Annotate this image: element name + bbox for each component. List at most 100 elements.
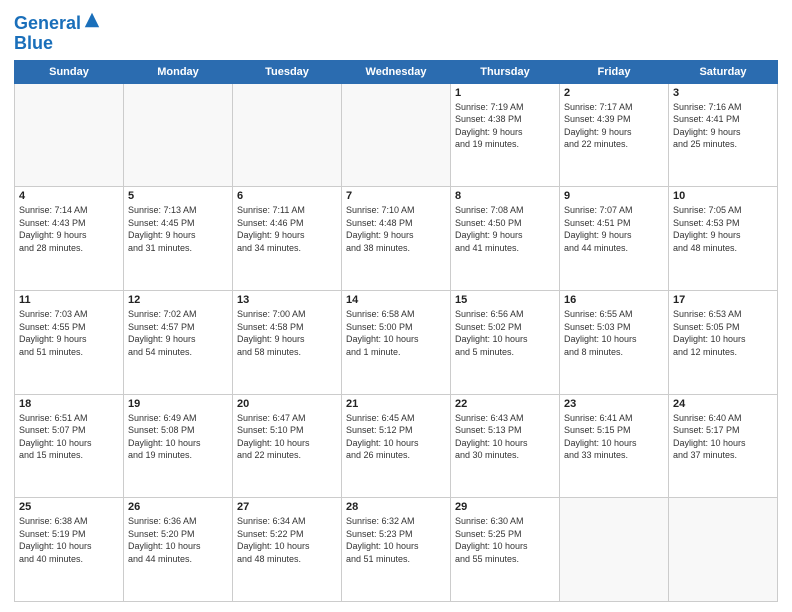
- day-info: Sunrise: 6:41 AM Sunset: 5:15 PM Dayligh…: [564, 412, 664, 462]
- day-number: 14: [346, 294, 446, 306]
- calendar-cell: [233, 83, 342, 187]
- calendar-cell: 14 Sunrise: 6:58 AM Sunset: 5:00 PM Dayli…: [342, 290, 451, 394]
- day-number: 10: [673, 190, 773, 202]
- week-row-2: 4 Sunrise: 7:14 AM Sunset: 4:43 PM Daylig…: [15, 187, 778, 291]
- day-info: Sunrise: 6:30 AM Sunset: 5:25 PM Dayligh…: [455, 515, 555, 565]
- day-info: Sunrise: 7:19 AM Sunset: 4:38 PM Dayligh…: [455, 101, 555, 151]
- day-info: Sunrise: 7:14 AM Sunset: 4:43 PM Dayligh…: [19, 204, 119, 254]
- calendar-cell: 2 Sunrise: 7:17 AM Sunset: 4:39 PM Daylig…: [560, 83, 669, 187]
- day-info: Sunrise: 6:58 AM Sunset: 5:00 PM Dayligh…: [346, 308, 446, 358]
- day-number: 17: [673, 294, 773, 306]
- calendar-cell: 10 Sunrise: 7:05 AM Sunset: 4:53 PM Dayli…: [669, 187, 778, 291]
- day-number: 21: [346, 398, 446, 410]
- calendar-cell: 6 Sunrise: 7:11 AM Sunset: 4:46 PM Daylig…: [233, 187, 342, 291]
- day-info: Sunrise: 7:03 AM Sunset: 4:55 PM Dayligh…: [19, 308, 119, 358]
- day-info: Sunrise: 6:32 AM Sunset: 5:23 PM Dayligh…: [346, 515, 446, 565]
- calendar-cell: 19Sunrise: 6:49 AM Sunset: 5:08 PM Dayli…: [124, 394, 233, 498]
- day-number: 15: [455, 294, 555, 306]
- calendar-cell: 1 Sunrise: 7:19 AM Sunset: 4:38 PM Daylig…: [451, 83, 560, 187]
- calendar-cell: 21 Sunrise: 6:45 AM Sunset: 5:12 PM Dayli…: [342, 394, 451, 498]
- day-info: Sunrise: 6:55 AM Sunset: 5:03 PM Dayligh…: [564, 308, 664, 358]
- calendar-cell: [342, 83, 451, 187]
- day-info: Sunrise: 7:00 AM Sunset: 4:58 PM Dayligh…: [237, 308, 337, 358]
- weekday-header-row: SundayMondayTuesdayWednesdayThursdayFrid…: [15, 60, 778, 83]
- calendar-cell: [124, 83, 233, 187]
- week-row-5: 25 Sunrise: 6:38 AM Sunset: 5:19 PM Dayli…: [15, 498, 778, 602]
- day-number: 2: [564, 87, 664, 99]
- day-number: 22: [455, 398, 555, 410]
- calendar-cell: 7 Sunrise: 7:10 AM Sunset: 4:48 PM Daylig…: [342, 187, 451, 291]
- day-number: 19: [128, 398, 228, 410]
- day-info: Sunrise: 6:34 AM Sunset: 5:22 PM Dayligh…: [237, 515, 337, 565]
- calendar-cell: 29 Sunrise: 6:30 AM Sunset: 5:25 PM Dayli…: [451, 498, 560, 602]
- weekday-header-saturday: Saturday: [669, 60, 778, 83]
- day-number: 8: [455, 190, 555, 202]
- calendar-cell: 11 Sunrise: 7:03 AM Sunset: 4:55 PM Dayli…: [15, 290, 124, 394]
- calendar-cell: 22 Sunrise: 6:43 AM Sunset: 5:13 PM Dayli…: [451, 394, 560, 498]
- calendar-cell: 25 Sunrise: 6:38 AM Sunset: 5:19 PM Dayli…: [15, 498, 124, 602]
- weekday-header-friday: Friday: [560, 60, 669, 83]
- page: General Blue SundayMondayTuesdayWednesda…: [0, 0, 792, 612]
- day-number: 4: [19, 190, 119, 202]
- day-number: 25: [19, 501, 119, 513]
- calendar-cell: 16 Sunrise: 6:55 AM Sunset: 5:03 PM Dayli…: [560, 290, 669, 394]
- day-number: 5: [128, 190, 228, 202]
- week-row-4: 18Sunrise: 6:51 AM Sunset: 5:07 PM Dayli…: [15, 394, 778, 498]
- logo: General Blue: [14, 14, 101, 54]
- day-info: Sunrise: 6:43 AM Sunset: 5:13 PM Dayligh…: [455, 412, 555, 462]
- day-info: Sunrise: 7:10 AM Sunset: 4:48 PM Dayligh…: [346, 204, 446, 254]
- calendar-cell: 17 Sunrise: 6:53 AM Sunset: 5:05 PM Dayli…: [669, 290, 778, 394]
- calendar-cell: 18Sunrise: 6:51 AM Sunset: 5:07 PM Dayli…: [15, 394, 124, 498]
- day-info: Sunrise: 6:36 AM Sunset: 5:20 PM Dayligh…: [128, 515, 228, 565]
- day-number: 29: [455, 501, 555, 513]
- day-number: 3: [673, 87, 773, 99]
- calendar-cell: 9 Sunrise: 7:07 AM Sunset: 4:51 PM Daylig…: [560, 187, 669, 291]
- day-info: Sunrise: 6:47 AM Sunset: 5:10 PM Dayligh…: [237, 412, 337, 462]
- calendar-cell: 5 Sunrise: 7:13 AM Sunset: 4:45 PM Daylig…: [124, 187, 233, 291]
- day-info: Sunrise: 6:53 AM Sunset: 5:05 PM Dayligh…: [673, 308, 773, 358]
- weekday-header-wednesday: Wednesday: [342, 60, 451, 83]
- day-number: 9: [564, 190, 664, 202]
- calendar-cell: [669, 498, 778, 602]
- calendar-cell: 13 Sunrise: 7:00 AM Sunset: 4:58 PM Dayli…: [233, 290, 342, 394]
- calendar-cell: 4 Sunrise: 7:14 AM Sunset: 4:43 PM Daylig…: [15, 187, 124, 291]
- day-info: Sunrise: 7:11 AM Sunset: 4:46 PM Dayligh…: [237, 204, 337, 254]
- calendar-cell: 8 Sunrise: 7:08 AM Sunset: 4:50 PM Daylig…: [451, 187, 560, 291]
- calendar-cell: 15Sunrise: 6:56 AM Sunset: 5:02 PM Dayli…: [451, 290, 560, 394]
- logo-icon: [83, 11, 101, 29]
- calendar-cell: 12Sunrise: 7:02 AM Sunset: 4:57 PM Dayli…: [124, 290, 233, 394]
- day-number: 27: [237, 501, 337, 513]
- day-info: Sunrise: 7:05 AM Sunset: 4:53 PM Dayligh…: [673, 204, 773, 254]
- weekday-header-sunday: Sunday: [15, 60, 124, 83]
- day-number: 13: [237, 294, 337, 306]
- calendar-cell: [15, 83, 124, 187]
- day-number: 23: [564, 398, 664, 410]
- day-info: Sunrise: 6:45 AM Sunset: 5:12 PM Dayligh…: [346, 412, 446, 462]
- day-info: Sunrise: 7:08 AM Sunset: 4:50 PM Dayligh…: [455, 204, 555, 254]
- logo-text: General Blue: [14, 14, 101, 54]
- week-row-3: 11 Sunrise: 7:03 AM Sunset: 4:55 PM Dayli…: [15, 290, 778, 394]
- weekday-header-tuesday: Tuesday: [233, 60, 342, 83]
- day-info: Sunrise: 6:51 AM Sunset: 5:07 PM Dayligh…: [19, 412, 119, 462]
- day-info: Sunrise: 6:40 AM Sunset: 5:17 PM Dayligh…: [673, 412, 773, 462]
- day-number: 16: [564, 294, 664, 306]
- day-info: Sunrise: 7:13 AM Sunset: 4:45 PM Dayligh…: [128, 204, 228, 254]
- day-info: Sunrise: 7:16 AM Sunset: 4:41 PM Dayligh…: [673, 101, 773, 151]
- day-number: 6: [237, 190, 337, 202]
- day-number: 28: [346, 501, 446, 513]
- day-number: 1: [455, 87, 555, 99]
- weekday-header-monday: Monday: [124, 60, 233, 83]
- calendar-cell: 26 Sunrise: 6:36 AM Sunset: 5:20 PM Dayli…: [124, 498, 233, 602]
- day-number: 11: [19, 294, 119, 306]
- day-number: 26: [128, 501, 228, 513]
- calendar-cell: 28 Sunrise: 6:32 AM Sunset: 5:23 PM Dayli…: [342, 498, 451, 602]
- day-number: 7: [346, 190, 446, 202]
- calendar-cell: 27 Sunrise: 6:34 AM Sunset: 5:22 PM Dayli…: [233, 498, 342, 602]
- day-info: Sunrise: 6:38 AM Sunset: 5:19 PM Dayligh…: [19, 515, 119, 565]
- day-info: Sunrise: 7:07 AM Sunset: 4:51 PM Dayligh…: [564, 204, 664, 254]
- weekday-header-thursday: Thursday: [451, 60, 560, 83]
- calendar-cell: 23 Sunrise: 6:41 AM Sunset: 5:15 PM Dayli…: [560, 394, 669, 498]
- calendar-cell: [560, 498, 669, 602]
- day-info: Sunrise: 7:17 AM Sunset: 4:39 PM Dayligh…: [564, 101, 664, 151]
- day-number: 12: [128, 294, 228, 306]
